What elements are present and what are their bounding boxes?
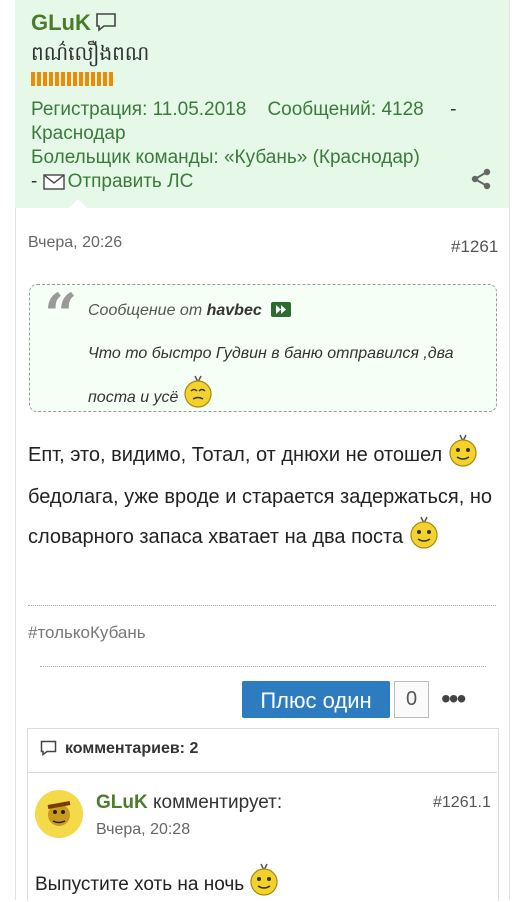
post-text-1: Епт, это, видимо, Тотал, от днюхи не ото… [28,444,443,466]
post-body: Епт, это, видимо, Тотал, от днюхи не ото… [28,433,493,561]
comment-action: комментирует: [153,792,283,813]
share-icon[interactable] [470,168,492,195]
comment-text: Выпустите хоть на ночь [35,862,279,902]
comment-number-link[interactable]: #1261.1 [433,794,491,812]
quote-body: Что то быстро Гудвин в баню отправился ,… [88,345,454,406]
divider [27,772,497,773]
smiley-icon [183,374,213,424]
quote-from-label: Сообщение от [88,302,203,319]
smiley-icon [249,862,279,902]
comments-count: комментариев: 2 [65,740,199,757]
user-location: Краснодар [31,123,126,144]
comments-header[interactable]: комментариев: 2 [40,740,198,761]
plus-one-button[interactable]: Плюс один [242,681,390,718]
quote-header: Сообщение от havbec [88,302,292,322]
avatar[interactable] [35,790,83,838]
user-meta: Регистрация: 11.05.2018 Сообщений: 4128 … [31,98,481,197]
comment-author: GLuK комментирует: [96,792,282,814]
send-pm-link[interactable]: Отправить ЛС [68,171,194,192]
rank-bar [31,72,113,86]
pm-separator: - [31,171,38,192]
post-number-link[interactable]: #1261 [451,237,498,257]
envelope-icon [42,172,65,197]
divider [28,605,496,606]
comment-body: Выпустите хоть на ночь [35,874,245,895]
smiley-icon [409,515,439,561]
post-tag[interactable]: #толькоКубань [28,623,146,643]
divider [40,666,486,667]
quote-author: havbec [206,302,262,319]
user-title: ពណ៌លឿងពណ [31,43,150,65]
quote-text: Что то быстро Гудвин в баню отправился ,… [88,334,484,424]
plus-one-count: 0 [394,681,429,718]
comment-date: Вчера, 20:28 [96,821,191,838]
posts-count: Сообщений: 4128 [267,99,424,120]
go-to-post-icon[interactable] [271,302,292,322]
favorite-team: Болельщик команды: «Кубань» (Краснодар) [31,147,420,168]
more-options-icon[interactable]: ••• [441,683,466,715]
comment-icon [40,740,57,761]
user-name-link[interactable]: GLuK [31,10,91,36]
registration-date: Регистрация: 11.05.2018 [31,99,247,120]
comment-author-name[interactable]: GLuK [96,792,148,813]
post-date: Вчера, 20:26 [28,234,123,251]
meta-separator: - [450,99,457,120]
speech-bubble-icon[interactable] [95,12,117,37]
panel-caret [68,199,88,209]
quote-mark-icon: “ [44,281,78,349]
smiley-icon [448,433,478,479]
